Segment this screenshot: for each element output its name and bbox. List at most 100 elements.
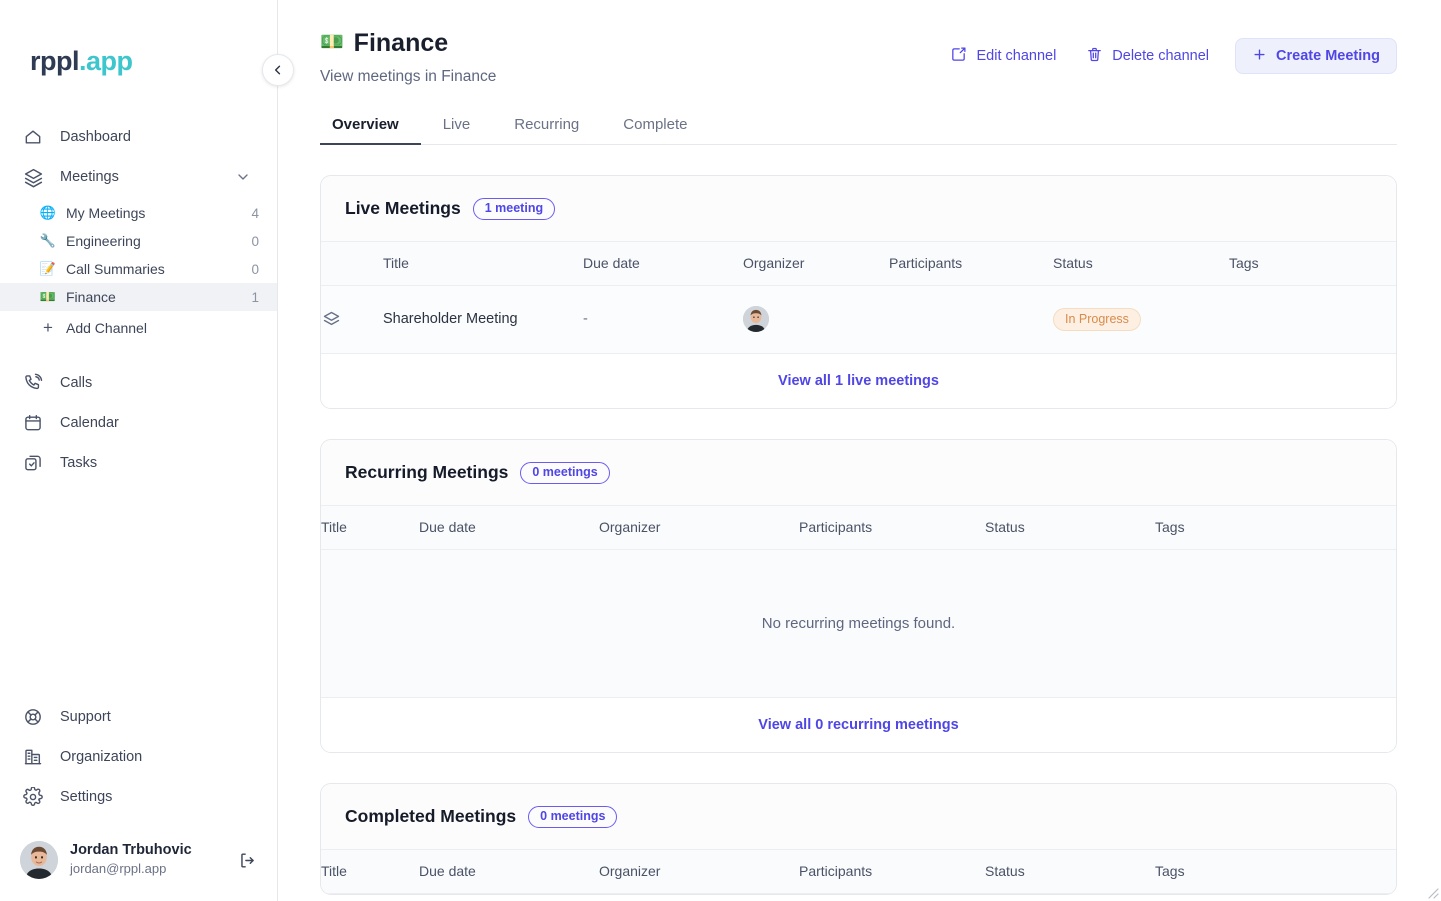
column-header-due-date: Due date: [419, 519, 476, 535]
tab-bar: Overview Live Recurring Complete: [320, 116, 1397, 145]
completed-meetings-table: Title Due date Organizer Participants St…: [321, 849, 1396, 894]
sidebar-item-label: Dashboard: [60, 129, 131, 145]
tab-live[interactable]: Live: [421, 116, 493, 144]
live-meetings-card: Live Meetings 1 meeting Title Due date O…: [320, 175, 1397, 409]
plus-icon: +: [43, 318, 53, 337]
column-header-tags: Tags: [1155, 519, 1185, 535]
page-header: 💵 Finance View meetings in Finance Edit …: [320, 0, 1397, 86]
phone-icon: [22, 372, 44, 394]
building-icon: [22, 746, 44, 768]
column-header-organizer: Organizer: [599, 519, 661, 535]
sidebar-channel-finance[interactable]: 💵 Finance 1: [0, 283, 277, 311]
memo-icon: 📝: [39, 261, 57, 276]
empty-state-row: No recurring meetings found.: [321, 549, 1396, 697]
row-title: Shareholder Meeting: [383, 311, 518, 328]
row-tags: [1229, 285, 1396, 353]
edit-channel-label: Edit channel: [976, 48, 1057, 64]
column-header-organizer: Organizer: [743, 255, 805, 271]
column-header-organizer: Organizer: [599, 863, 661, 879]
logo-brand: rppl: [30, 46, 80, 76]
card-title: Live Meetings: [345, 198, 461, 219]
app-logo[interactable]: rppl.app: [0, 0, 277, 75]
card-title: Completed Meetings: [345, 806, 517, 827]
column-header-status: Status: [1053, 255, 1093, 271]
sidebar: rppl.app Dashboard Meetings 🌐 My Meeting…: [0, 0, 294, 901]
recurring-meetings-card: Recurring Meetings 0 meetings Title Due …: [320, 439, 1397, 753]
sidebar-item-label: Meetings: [60, 169, 119, 185]
edit-channel-button[interactable]: Edit channel: [938, 39, 1068, 73]
view-all-recurring-meetings-link[interactable]: View all 0 recurring meetings: [321, 697, 1396, 752]
home-icon: [22, 126, 44, 148]
user-profile[interactable]: Jordan Trbuhovic jordan@rppl.app: [0, 829, 277, 901]
column-header-participants: Participants: [889, 255, 963, 271]
empty-state-message: No recurring meetings found.: [321, 549, 1396, 697]
chevron-down-icon[interactable]: [235, 169, 251, 185]
sidebar-channel-my-meetings[interactable]: 🌐 My Meetings 4: [0, 199, 277, 227]
live-meetings-count-badge: 1 meeting: [472, 198, 556, 220]
sidebar-item-calendar[interactable]: Calendar: [12, 405, 261, 441]
channel-count: 0: [251, 261, 259, 277]
page-header-text: 💵 Finance View meetings in Finance: [320, 28, 496, 86]
globe-icon: 🌐: [39, 205, 57, 220]
organizer-avatar[interactable]: [743, 306, 769, 333]
channel-label: Call Summaries: [66, 261, 165, 277]
plus-icon: [1252, 47, 1267, 66]
table-header-row: Title Due date Organizer Participants St…: [321, 241, 1396, 285]
logo-tld: .app: [79, 46, 133, 76]
channel-count: 4: [251, 205, 259, 221]
channel-label: Engineering: [66, 233, 141, 249]
column-header-due-date: Due date: [583, 255, 640, 271]
card-title: Recurring Meetings: [345, 462, 509, 483]
row-participants: [889, 285, 1053, 353]
sidebar-item-organization[interactable]: Organization: [12, 739, 261, 775]
column-header-title: Title: [383, 255, 409, 271]
sidebar-item-settings[interactable]: Settings: [12, 779, 261, 815]
page-title: 💵 Finance: [320, 28, 496, 58]
row-icon-cell: [321, 285, 383, 353]
row-organizer: [743, 285, 889, 353]
table-header-row: Title Due date Organizer Participants St…: [321, 505, 1396, 549]
channel-list: 🌐 My Meetings 4 🔧 Engineering 0 📝 Call S…: [0, 199, 277, 343]
collapse-sidebar-button[interactable]: [262, 54, 294, 86]
add-channel-button[interactable]: + Add Channel: [0, 313, 277, 343]
column-header-status: Status: [985, 863, 1025, 879]
sidebar-item-dashboard[interactable]: Dashboard: [12, 119, 261, 155]
banknote-icon: 💵: [320, 31, 344, 53]
column-header-status: Status: [985, 519, 1025, 535]
column-header-title: Title: [321, 519, 347, 535]
layers-icon: [321, 309, 383, 330]
profile-name: Jordan Trbuhovic: [70, 842, 192, 859]
page-subtitle: View meetings in Finance: [320, 68, 497, 85]
sidebar-item-label: Support: [60, 709, 111, 725]
sidebar-item-support[interactable]: Support: [12, 699, 261, 735]
sidebar-item-label: Settings: [60, 789, 113, 805]
logout-icon[interactable]: [234, 847, 261, 874]
tab-complete[interactable]: Complete: [601, 116, 709, 144]
avatar-image: [743, 306, 769, 333]
live-meetings-header: Live Meetings 1 meeting: [321, 176, 1396, 241]
tab-overview[interactable]: Overview: [320, 116, 421, 145]
add-channel-label: Add Channel: [66, 320, 147, 336]
secondary-nav: Calls Calendar Tasks: [0, 365, 277, 481]
view-all-live-meetings-link[interactable]: View all 1 live meetings: [321, 353, 1396, 408]
tab-recurring[interactable]: Recurring: [492, 116, 601, 144]
sidebar-item-meetings[interactable]: Meetings: [12, 159, 261, 195]
create-meeting-label: Create Meeting: [1276, 48, 1380, 64]
sidebar-item-label: Calls: [60, 375, 93, 391]
status-badge: In Progress: [1053, 307, 1141, 331]
create-meeting-button[interactable]: Create Meeting: [1235, 38, 1397, 74]
page-title-text: Finance: [353, 29, 449, 57]
sidebar-item-calls[interactable]: Calls: [12, 365, 261, 401]
sidebar-item-label: Calendar: [60, 415, 119, 431]
sidebar-channel-call-summaries[interactable]: 📝 Call Summaries 0: [0, 255, 277, 283]
primary-nav: Dashboard Meetings 🌐 My Meetings 4 �: [0, 115, 277, 485]
scroll-area[interactable]: 💵 Finance View meetings in Finance Edit …: [320, 0, 1397, 901]
column-header-tags: Tags: [1155, 863, 1185, 879]
channel-count: 1: [251, 289, 259, 305]
delete-channel-button[interactable]: Delete channel: [1074, 39, 1221, 73]
sidebar-channel-engineering[interactable]: 🔧 Engineering 0: [0, 227, 277, 255]
resize-grip-icon[interactable]: [1425, 885, 1439, 899]
sidebar-item-tasks[interactable]: Tasks: [12, 445, 261, 481]
table-row[interactable]: Shareholder Meeting - In Progress: [321, 285, 1396, 353]
